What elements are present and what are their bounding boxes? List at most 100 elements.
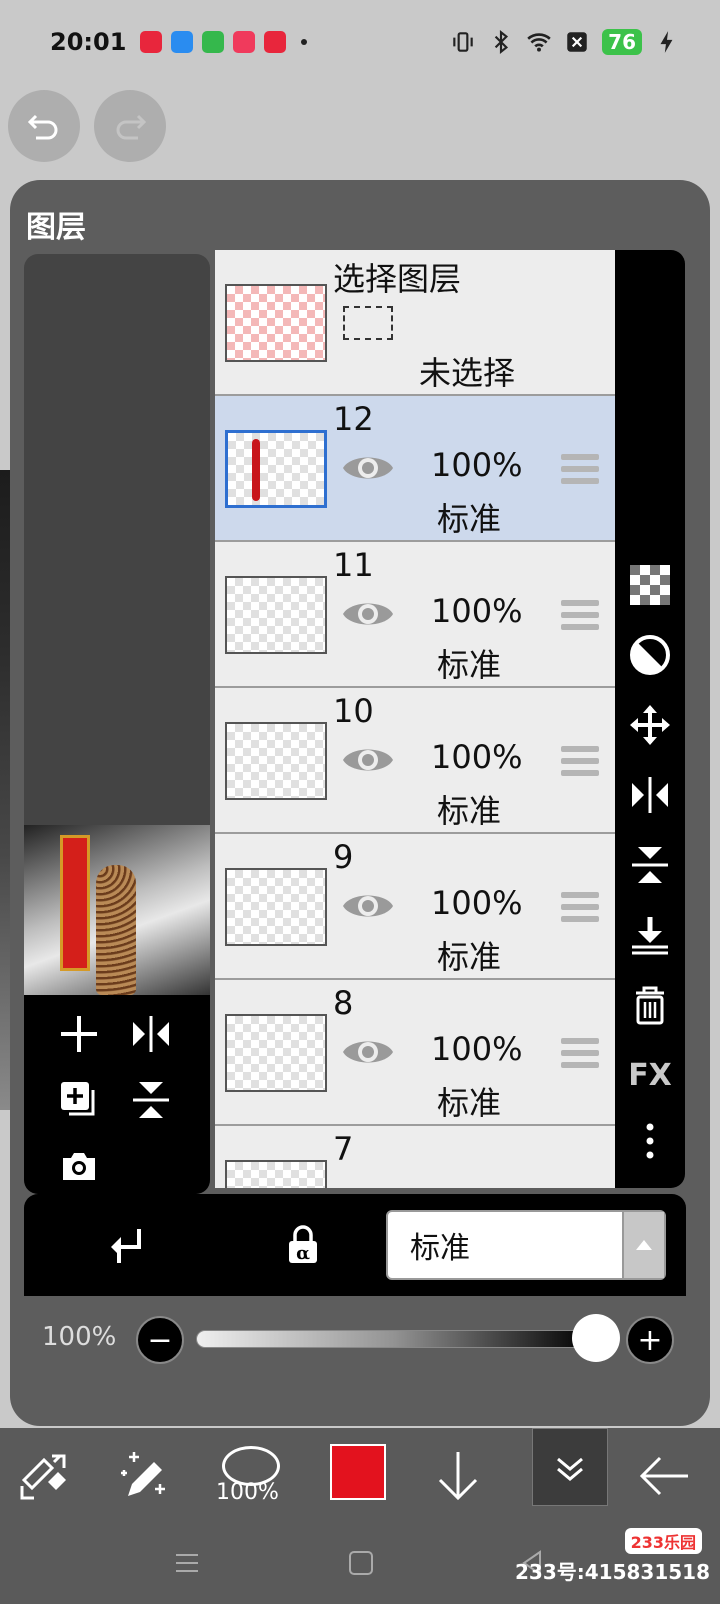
arrow-left-icon — [639, 1456, 688, 1496]
layer-number: 9 — [333, 838, 354, 876]
layer-blend-mode: 标准 — [437, 1084, 502, 1122]
alpha-lock-icon: α — [289, 1225, 317, 1264]
visibility-eye-icon[interactable] — [341, 594, 395, 634]
drag-handle-icon[interactable] — [561, 892, 599, 926]
layer-thumbnail — [225, 722, 327, 800]
visibility-eye-icon[interactable] — [341, 1032, 395, 1072]
layer-row[interactable]: 7 — [215, 1126, 615, 1188]
redo-button[interactable] — [94, 90, 166, 162]
bluetooth-icon — [494, 29, 509, 55]
collapse-panel-button[interactable] — [532, 1428, 608, 1506]
brush-size-button[interactable]: 100% — [216, 1442, 288, 1512]
layer-row[interactable]: 8 100% 标准 — [215, 980, 615, 1126]
alpha-lock-toggle-button[interactable] — [625, 630, 675, 680]
layer-number: 7 — [333, 1130, 354, 1168]
layer-opacity: 100% — [431, 592, 523, 630]
layer-thumbnail — [225, 1160, 327, 1188]
visibility-eye-icon[interactable] — [341, 448, 395, 488]
wifi-icon — [527, 33, 551, 52]
color-swatch-button[interactable] — [330, 1444, 386, 1500]
move-icon — [630, 705, 670, 745]
layer-row[interactable]: 12 100% 标准 — [215, 396, 615, 542]
opacity-slider[interactable] — [196, 1330, 592, 1348]
merge-down-button[interactable] — [625, 910, 675, 960]
blend-mode-select[interactable]: 标准 — [386, 1210, 666, 1280]
duplicate-icon — [61, 1082, 95, 1116]
tool-switch-button[interactable] — [6, 1438, 82, 1514]
arrow-down-icon — [438, 1452, 478, 1501]
layer-number: 12 — [333, 400, 374, 438]
magic-brush-button[interactable] — [106, 1438, 182, 1514]
brush-eraser-swap-icon — [20, 1454, 66, 1500]
magic-pen-icon — [121, 1452, 165, 1496]
visibility-eye-icon[interactable] — [341, 740, 395, 780]
more-options-button[interactable] — [625, 1116, 675, 1166]
layer-row[interactable]: 11 100% 标准 — [215, 542, 615, 688]
clipping-button[interactable] — [102, 1220, 152, 1270]
app-notification-icon — [171, 31, 194, 53]
layer-opacity: 100% — [431, 1030, 523, 1068]
duplicate-layer-button[interactable] — [54, 1075, 104, 1125]
layer-row[interactable]: 9 100% 标准 — [215, 834, 615, 980]
layer-blend-mode: 标准 — [437, 938, 502, 976]
camera-button[interactable] — [54, 1141, 104, 1191]
flip-horizontal-icon — [632, 777, 668, 813]
opacity-increase-button[interactable]: + — [626, 1316, 674, 1364]
back-button[interactable] — [626, 1438, 702, 1514]
layer-list[interactable]: 选择图层 未选择 12 100% 标准 11 100% 标准 10 100% 标… — [215, 250, 615, 1188]
canvas-preview-column — [24, 254, 210, 1194]
layer-opacity: 100% — [431, 738, 523, 776]
layer-blend-mode: 标准 — [437, 646, 502, 684]
sim-off-icon — [567, 32, 587, 52]
layer-panel: 图层 选择图层 未选择 12 100% 标准 11 100% 标准 10 100… — [10, 180, 710, 1426]
thumbnail-figure — [96, 865, 136, 995]
move-layer-button[interactable] — [625, 700, 675, 750]
selection-layer[interactable]: 选择图层 未选择 — [215, 250, 615, 396]
half-circle-icon — [630, 635, 670, 675]
fx-button[interactable]: FX — [625, 1050, 675, 1100]
status-bar: 20:01 76 — [0, 0, 720, 84]
bottom-toolbar: 100% — [0, 1428, 720, 1524]
menu-nav-icon[interactable] — [172, 1548, 202, 1578]
blend-bar: α 标准 — [24, 1194, 686, 1296]
layer-blend-mode: 标准 — [437, 500, 502, 538]
charging-icon — [660, 31, 673, 53]
status-time: 20:01 — [50, 28, 127, 56]
canvas-thumbnail[interactable] — [24, 825, 210, 995]
flip-horizontal-button[interactable] — [126, 1009, 176, 1059]
delete-layer-button[interactable] — [625, 980, 675, 1030]
drag-handle-icon[interactable] — [561, 454, 599, 488]
selection-status: 未选择 — [419, 354, 516, 392]
dropdown-arrow-icon — [622, 1212, 664, 1278]
flip-vertical-icon — [133, 1082, 169, 1118]
blend-mode-value: 标准 — [410, 1231, 470, 1266]
home-nav-icon[interactable] — [346, 1548, 376, 1578]
panel-title: 图层 — [26, 210, 86, 245]
opacity-slider-thumb[interactable] — [572, 1314, 620, 1362]
drag-handle-icon[interactable] — [561, 600, 599, 634]
watermark-badge: 233乐园 — [624, 1528, 702, 1554]
add-layer-button[interactable] — [54, 1009, 104, 1059]
flip-vertical-button[interactable] — [625, 840, 675, 890]
flip-vertical-button[interactable] — [126, 1075, 176, 1125]
layer-row[interactable]: 10 100% 标准 — [215, 688, 615, 834]
drag-handle-icon[interactable] — [561, 746, 599, 780]
layer-opacity: 100% — [431, 884, 523, 922]
transparency-button[interactable] — [625, 560, 675, 610]
layer-actions-strip: FX — [615, 250, 685, 1188]
alpha-lock-button[interactable]: α — [278, 1220, 328, 1270]
layer-number: 8 — [333, 984, 354, 1022]
opacity-decrease-button[interactable]: − — [136, 1316, 184, 1364]
trash-icon — [636, 986, 664, 1025]
layer-tools — [24, 995, 210, 1194]
flip-horizontal-button[interactable] — [625, 770, 675, 820]
visibility-eye-icon[interactable] — [341, 886, 395, 926]
opacity-row: 100% − + — [24, 1296, 686, 1382]
scroll-down-button[interactable] — [420, 1438, 496, 1514]
selection-layer-thumbnail — [225, 284, 327, 362]
svg-text:α: α — [296, 1243, 310, 1264]
layer-thumbnail — [225, 576, 327, 654]
undo-button[interactable] — [8, 90, 80, 162]
clip-arrow-icon — [111, 1229, 141, 1263]
drag-handle-icon[interactable] — [561, 1038, 599, 1072]
